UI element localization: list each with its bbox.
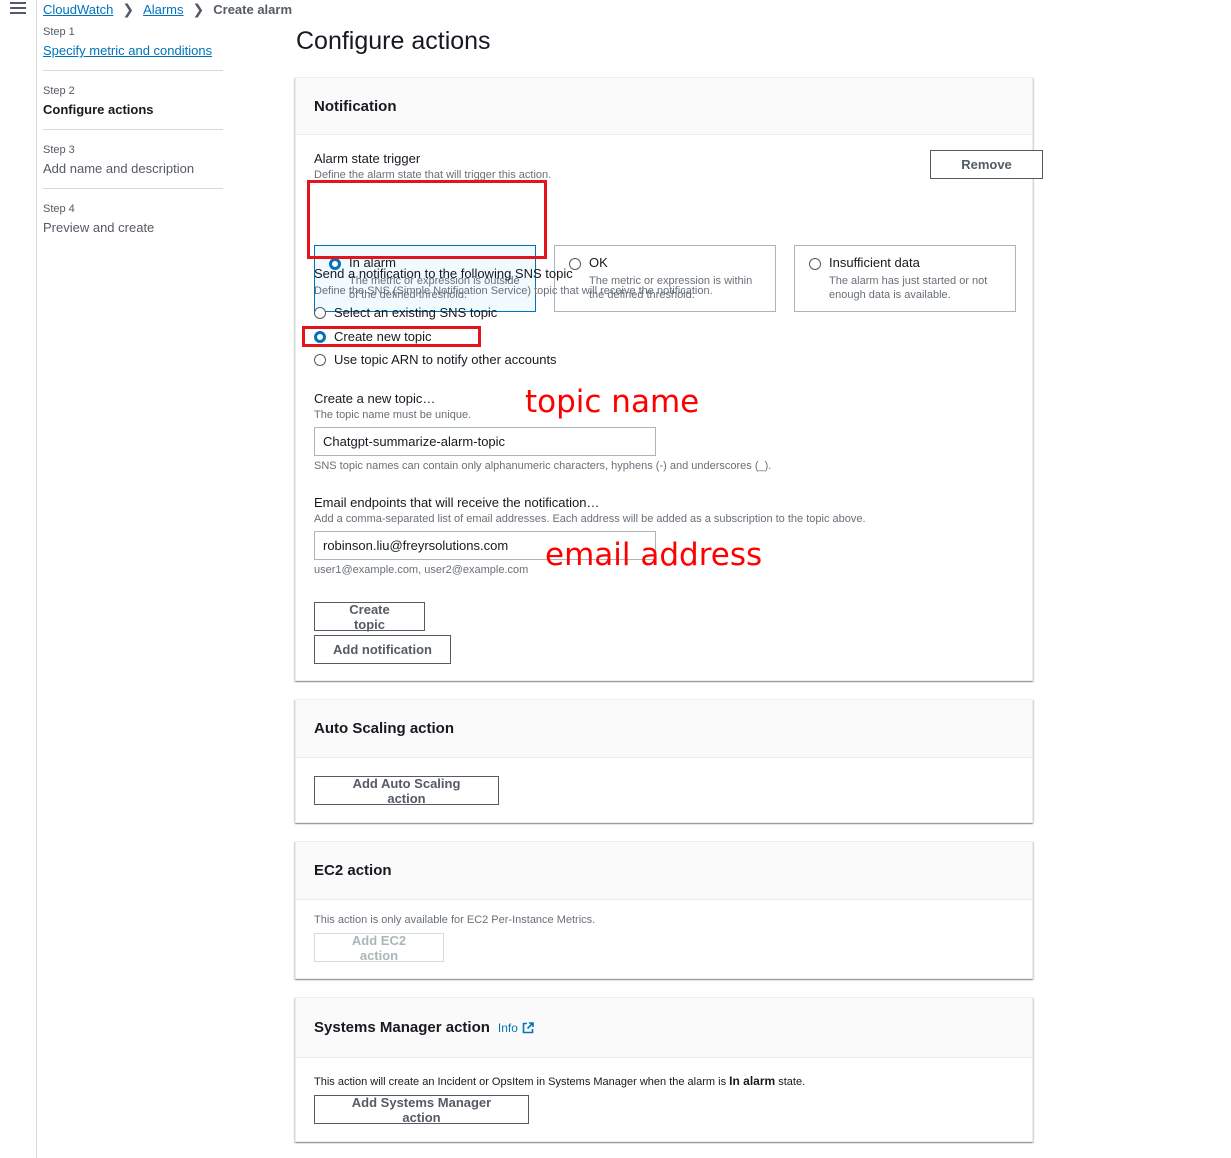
wizard-step-4: Step 4 Preview and create (43, 203, 223, 247)
add-ssm-action-button[interactable]: Add Systems Manager action (314, 1095, 529, 1125)
step-number: Step 4 (43, 203, 75, 215)
sns-label: Send a notification to the following SNS… (314, 266, 573, 281)
autoscaling-panel: Auto Scaling action Add Auto Scaling act… (295, 699, 1033, 823)
chevron-right-icon: ❯ (122, 0, 135, 17)
ssm-title: Systems Manager action (314, 1019, 490, 1036)
notification-panel: Notification Alarm state trigger Define … (295, 77, 1043, 681)
sns-option-arn[interactable]: Use topic ARN to notify other accounts (314, 352, 557, 367)
ec2-desc: This action is only available for EC2 Pe… (314, 914, 596, 926)
add-notification-button[interactable]: Add notification (314, 635, 451, 664)
annotation-email-address: email address (545, 537, 763, 573)
tile-insufficient-data[interactable]: Insufficient data The alarm has just sta… (794, 245, 1016, 312)
notification-header: Notification (296, 78, 1032, 135)
breadcrumb-current: Create alarm (213, 1, 293, 17)
page-title: Configure actions (296, 27, 491, 55)
step-number: Step 2 (43, 85, 75, 97)
ec2-panel: EC2 action This action is only available… (295, 841, 1033, 979)
tile-ok[interactable]: OK The metric or expression is within th… (554, 245, 776, 312)
step-title-preview: Preview and create (43, 220, 155, 235)
radio-icon (314, 353, 326, 366)
ssm-desc-text: This action will create an Incident or O… (314, 1076, 727, 1088)
sns-desc: Define the SNS (Simple Notification Serv… (314, 285, 713, 297)
sns-option-existing[interactable]: Select an existing SNS topic (314, 305, 497, 320)
wizard-step-2: Step 2 Configure actions (43, 85, 223, 130)
ssm-desc-state: In alarm (729, 1074, 776, 1088)
ec2-header: EC2 action (296, 842, 1032, 900)
add-autoscaling-action-button[interactable]: Add Auto Scaling action (314, 776, 499, 806)
tile-title: Insufficient data (829, 255, 920, 270)
option-label: Select an existing SNS topic (334, 305, 498, 320)
radio-icon (314, 306, 326, 319)
ssm-panel: Systems Manager action Info This action … (295, 997, 1033, 1142)
wizard-step-3: Step 3 Add name and description (43, 144, 223, 189)
tile-title: OK (589, 255, 608, 270)
option-label: Use topic ARN to notify other accounts (334, 352, 557, 367)
wizard-step-1: Step 1 Specify metric and conditions (43, 26, 223, 71)
chevron-right-icon: ❯ (192, 0, 205, 17)
new-topic-desc: The topic name must be unique. (314, 409, 472, 421)
ssm-body: This action will create an Incident or O… (296, 1058, 1032, 1142)
radio-icon (809, 258, 821, 270)
ec2-body: This action is only available for EC2 Pe… (296, 900, 1032, 979)
email-label: Email endpoints that will receive the no… (314, 495, 600, 510)
tile-desc: The alarm has just started or not enough… (829, 275, 988, 301)
radio-selected-icon (314, 330, 326, 343)
sns-option-create-new[interactable]: Create new topic (314, 329, 432, 344)
remove-button[interactable]: Remove (930, 150, 1043, 179)
external-link-icon (522, 1021, 534, 1033)
topic-name-input[interactable]: Chatgpt-summarize-alarm-topic (314, 427, 656, 456)
breadcrumb: CloudWatch ❯ Alarms ❯ Create alarm (43, 1, 292, 17)
annotation-topic-name: topic name (525, 384, 700, 420)
ssm-header: Systems Manager action Info (296, 998, 1032, 1058)
breadcrumb-cloudwatch[interactable]: CloudWatch (43, 2, 113, 17)
menu-icon[interactable] (10, 2, 26, 14)
autoscaling-header: Auto Scaling action (296, 700, 1032, 758)
email-hint: user1@example.com, user2@example.com (314, 564, 529, 576)
ssm-desc-suffix: state. (778, 1076, 806, 1088)
wizard-steps: Step 1 Specify metric and conditions Ste… (43, 26, 223, 261)
alarm-state-trigger-label: Alarm state trigger (314, 151, 421, 166)
topic-name-hint: SNS topic names can contain only alphanu… (314, 460, 772, 472)
step-title-add-name: Add name and description (43, 161, 195, 176)
create-topic-button[interactable]: Create topic (314, 602, 425, 632)
info-label: Info (497, 1020, 518, 1035)
info-link[interactable]: Info (498, 1021, 534, 1035)
autoscaling-body: Add Auto Scaling action (296, 758, 1032, 823)
step-number: Step 1 (43, 26, 75, 38)
add-ec2-action-button[interactable]: Add EC2 action (314, 933, 444, 963)
step-current-configure-actions: Configure actions (43, 102, 154, 117)
option-label: Create new topic (334, 329, 432, 344)
email-desc: Add a comma-separated list of email addr… (314, 513, 866, 525)
ssm-desc: This action will create an Incident or O… (314, 1074, 805, 1088)
step-number: Step 3 (43, 144, 75, 156)
breadcrumb-alarms[interactable]: Alarms (143, 2, 183, 17)
step-link-specify-metric[interactable]: Specify metric and conditions (43, 43, 223, 58)
new-topic-label: Create a new topic… (314, 391, 436, 406)
side-navigation-rail (0, 0, 37, 1158)
alarm-state-trigger-desc: Define the alarm state that will trigger… (314, 169, 552, 181)
